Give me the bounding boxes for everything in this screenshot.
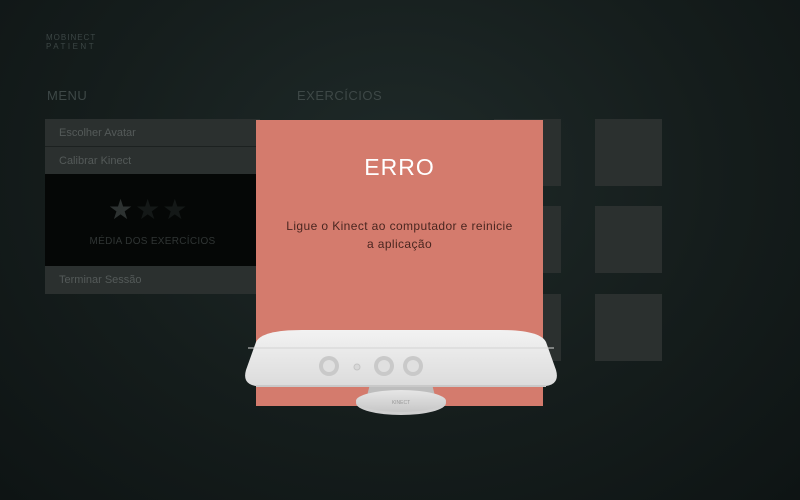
dialog-message: Ligue o Kinect ao computador e reinicie …: [286, 219, 513, 251]
menu-item-calibrate-kinect[interactable]: Calibrar Kinect: [45, 147, 260, 175]
rating-label: MÉDIA DOS EXERCÍCIOS: [89, 236, 216, 247]
star-empty-icon: ★: [135, 194, 163, 225]
menu-item-choose-avatar[interactable]: Escolher Avatar: [45, 119, 260, 147]
menu-title: MENU: [47, 88, 88, 103]
kinect-sensor-illustration: KINECT: [245, 330, 557, 415]
app-logo: MOBINECT PATIENT: [46, 33, 96, 51]
star-empty-icon: ★: [162, 194, 190, 225]
exercise-tile[interactable]: [595, 119, 662, 186]
exercise-rating-panel: ★★★ MÉDIA DOS EXERCÍCIOS: [45, 174, 260, 266]
exercise-tile[interactable]: [595, 294, 662, 361]
star-filled-icon: ★: [108, 194, 136, 225]
brand-name: MOBINECT: [46, 33, 97, 42]
star-rating: ★★★: [108, 196, 189, 224]
exercise-tile[interactable]: [595, 206, 662, 273]
menu-item-end-session[interactable]: Terminar Sessão: [45, 266, 260, 294]
dialog-title: ERRO: [364, 154, 435, 180]
kinect-label: KINECT: [392, 400, 410, 406]
brand-subtitle: PATIENT: [46, 42, 97, 51]
menu-panel: Escolher Avatar Calibrar Kinect ★★★ MÉDI…: [45, 119, 260, 294]
exercises-title: EXERCÍCIOS: [297, 88, 383, 103]
